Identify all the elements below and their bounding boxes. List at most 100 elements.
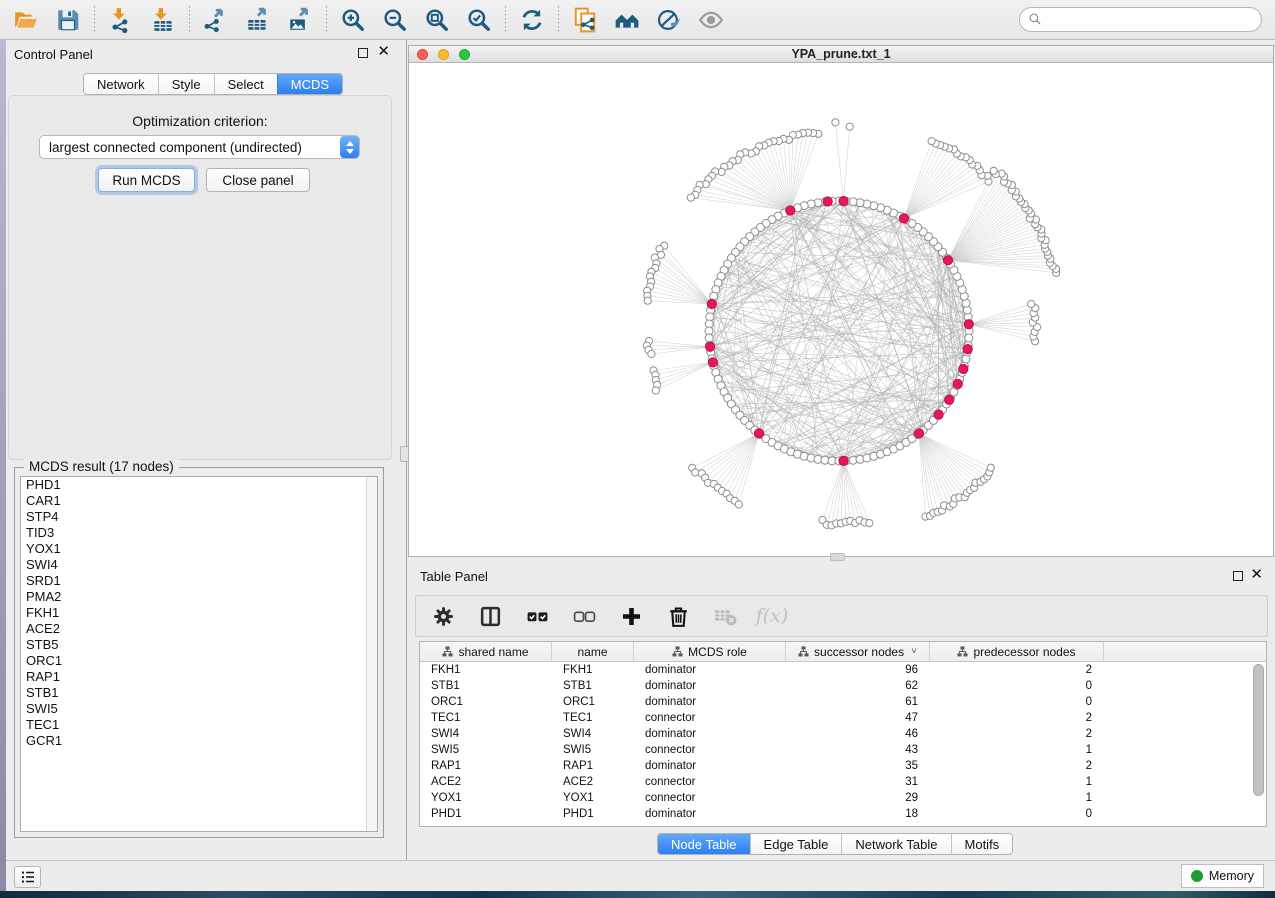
import-table-button[interactable] xyxy=(147,5,179,35)
cell-filler xyxy=(1104,678,1266,694)
table-row[interactable]: PHD1PHD1dominator180 xyxy=(420,806,1266,822)
toggle-style-button[interactable] xyxy=(653,5,685,35)
cell-filler xyxy=(1104,742,1266,758)
cell-name: TEC1 xyxy=(552,710,634,726)
tab-network[interactable]: Network xyxy=(84,74,158,94)
float-table-panel-icon[interactable] xyxy=(1233,571,1243,581)
mcds-result-title: MCDS result (17 nodes) xyxy=(24,459,179,474)
zoom-in-icon xyxy=(340,7,366,33)
mcds-result-item[interactable]: STP4 xyxy=(21,509,377,525)
mcds-result-item[interactable]: SRD1 xyxy=(21,573,377,589)
table-scrollbar-thumb[interactable] xyxy=(1253,664,1264,796)
control-panel-header: Control Panel ✕ xyxy=(6,40,406,67)
tab-select[interactable]: Select xyxy=(214,74,277,94)
mcds-result-item[interactable]: ORC1 xyxy=(21,653,377,669)
open-session-button[interactable] xyxy=(10,5,42,35)
mcds-result-item[interactable]: STB1 xyxy=(21,685,377,701)
delete-table-icon xyxy=(713,604,738,629)
show-columns-icon xyxy=(478,604,503,629)
table-row[interactable]: FKH1FKH1dominator962 xyxy=(420,662,1266,678)
close-panel-button[interactable]: Close panel xyxy=(206,168,310,192)
delete-row-button[interactable] xyxy=(663,601,693,631)
zoom-out-button[interactable] xyxy=(379,5,411,35)
table-row[interactable]: RAP1RAP1dominator352 xyxy=(420,758,1266,774)
memory-button[interactable]: Memory xyxy=(1181,864,1264,888)
memory-label: Memory xyxy=(1209,869,1254,883)
show-details-button[interactable] xyxy=(695,5,727,35)
network-window-titlebar[interactable]: YPA_prune.txt_1 xyxy=(409,46,1273,63)
table-row[interactable]: YOX1YOX1connector291 xyxy=(420,790,1266,806)
column-header-MCDS-role[interactable]: MCDS role xyxy=(634,642,786,661)
mcds-result-item[interactable]: STB5 xyxy=(21,637,377,653)
float-panel-icon[interactable] xyxy=(358,48,368,58)
refresh-view-button[interactable] xyxy=(516,5,548,35)
export-image-icon xyxy=(287,7,313,33)
function-builder-button: f(x) xyxy=(757,601,787,631)
import-network-button[interactable] xyxy=(105,5,137,35)
column-header-shared-name[interactable]: shared name xyxy=(420,642,552,661)
first-neighbors-button[interactable] xyxy=(611,5,643,35)
table-row[interactable]: STB1STB1dominator620 xyxy=(420,678,1266,694)
zoom-out-icon xyxy=(382,7,408,33)
table-scrollbar[interactable] xyxy=(1253,664,1264,824)
horizontal-splitter-handle[interactable] xyxy=(830,553,845,561)
task-history-button[interactable] xyxy=(14,866,41,888)
export-image-button[interactable] xyxy=(284,5,316,35)
table-tab-node-table[interactable]: Node Table xyxy=(658,834,750,854)
mcds-result-item[interactable]: SWI5 xyxy=(21,701,377,717)
settings-gear-button[interactable] xyxy=(428,601,458,631)
cell-successor-nodes: 96 xyxy=(786,662,930,678)
mcds-result-item[interactable]: SWI4 xyxy=(21,557,377,573)
mcds-result-item[interactable]: FKH1 xyxy=(21,605,377,621)
criterion-select[interactable]: largest connected component (undirected) xyxy=(39,135,360,159)
search-input[interactable] xyxy=(1019,7,1262,32)
table-row[interactable]: TEC1TEC1connector472 xyxy=(420,710,1266,726)
tab-style[interactable]: Style xyxy=(158,74,214,94)
table-tab-motifs[interactable]: Motifs xyxy=(951,834,1013,854)
mcds-result-item[interactable]: GCR1 xyxy=(21,733,377,749)
control-panel-title: Control Panel xyxy=(14,47,93,62)
zoom-selected-button[interactable] xyxy=(463,5,495,35)
run-mcds-button[interactable]: Run MCDS xyxy=(98,168,195,192)
cell-name: ORC1 xyxy=(552,694,634,710)
table-row[interactable]: SWI5SWI5connector431 xyxy=(420,742,1266,758)
table-tab-network-table[interactable]: Network Table xyxy=(841,834,950,854)
mcds-result-item[interactable]: ACE2 xyxy=(21,621,377,637)
toolbar-icon-groups xyxy=(10,5,727,35)
save-session-button[interactable] xyxy=(52,5,84,35)
export-table-button[interactable] xyxy=(242,5,274,35)
mcds-result-list[interactable]: PHD1CAR1STP4TID3YOX1SWI4SRD1PMA2FKH1ACE2… xyxy=(20,476,378,832)
zoom-fit-button[interactable] xyxy=(421,5,453,35)
tab-mcds[interactable]: MCDS xyxy=(277,74,342,94)
show-columns-button[interactable] xyxy=(475,601,505,631)
cell-MCDS-role: dominator xyxy=(634,806,786,822)
mcds-result-item[interactable]: YOX1 xyxy=(21,541,377,557)
table-row[interactable]: ACE2ACE2connector311 xyxy=(420,774,1266,790)
column-header-successor-nodes[interactable]: successor nodes˅ xyxy=(786,642,930,661)
mcds-result-item[interactable]: TEC1 xyxy=(21,717,377,733)
mcds-result-item[interactable]: PMA2 xyxy=(21,589,377,605)
mcds-result-item[interactable]: TID3 xyxy=(21,525,377,541)
add-row-button[interactable] xyxy=(616,601,646,631)
select-all-button[interactable] xyxy=(522,601,552,631)
mcds-result-item[interactable]: PHD1 xyxy=(21,477,377,493)
column-header-predecessor-nodes[interactable]: predecessor nodes xyxy=(930,642,1104,661)
column-header-name[interactable]: name xyxy=(552,642,634,661)
mcds-result-item[interactable]: RAP1 xyxy=(21,669,377,685)
cell-name: SWI5 xyxy=(552,742,634,758)
table-tab-edge-table[interactable]: Edge Table xyxy=(750,834,842,854)
result-list-scrollbar[interactable] xyxy=(366,477,377,831)
network-view-canvas[interactable] xyxy=(409,63,1273,556)
table-row[interactable]: SWI4SWI4dominator462 xyxy=(420,726,1266,742)
zoom-in-button[interactable] xyxy=(337,5,369,35)
desktop-wallpaper-bottom xyxy=(0,891,1275,898)
export-network-button[interactable] xyxy=(200,5,232,35)
add-row-icon xyxy=(619,604,644,629)
close-table-panel-icon[interactable]: ✕ xyxy=(1250,565,1263,585)
export-web-button[interactable] xyxy=(569,5,601,35)
close-panel-icon[interactable]: ✕ xyxy=(377,42,390,62)
table-row[interactable]: ORC1ORC1dominator610 xyxy=(420,694,1266,710)
cell-shared-name: STB1 xyxy=(420,678,552,694)
mcds-result-item[interactable]: CAR1 xyxy=(21,493,377,509)
deselect-all-button[interactable] xyxy=(569,601,599,631)
